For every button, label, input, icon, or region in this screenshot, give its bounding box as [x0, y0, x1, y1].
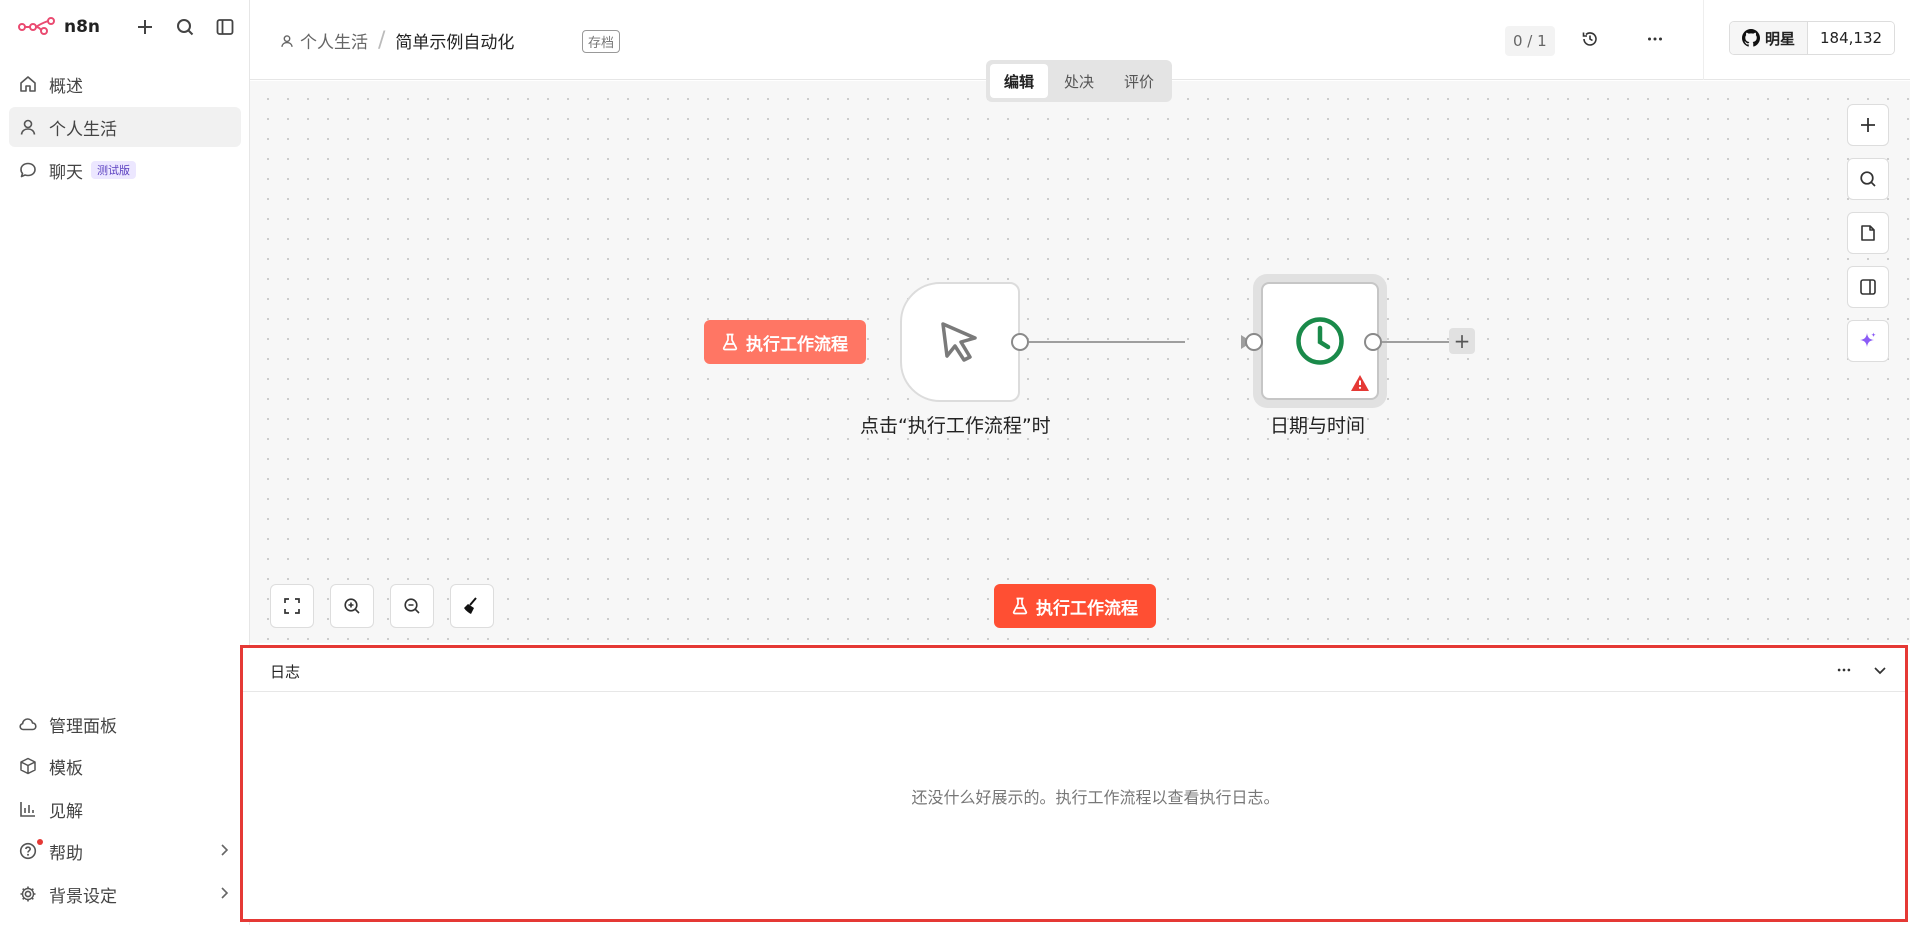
sidebar-item-label: 管理面板 [49, 716, 117, 737]
tab-evaluations[interactable]: 评价 [1110, 64, 1168, 98]
beta-badge: 测试版 [91, 161, 136, 179]
sidebar: n8n 概述 个人生活 聊天 测试版 管理面板 模板 见解 帮助 背景设定 [0, 0, 250, 925]
github-star-count: 184,132 [1808, 22, 1895, 54]
sidebar-item-admin-panel[interactable]: 管理面板 [9, 704, 241, 744]
manual-trigger-node[interactable] [900, 282, 1020, 402]
notification-dot [37, 839, 43, 845]
datetime-output-port[interactable] [1364, 333, 1382, 351]
help-icon [19, 842, 37, 860]
breadcrumb-parent-label: 个人生活 [300, 33, 368, 53]
side-panel-icon[interactable] [1847, 266, 1889, 308]
n8n-logo-icon [18, 17, 55, 35]
sidebar-item-label: 见解 [49, 801, 83, 822]
archived-tag: 存档 [582, 30, 621, 53]
sidebar-item-settings[interactable]: 背景设定 [9, 874, 241, 914]
chat-icon [20, 162, 36, 178]
breadcrumb-separator: / [378, 28, 386, 53]
sidebar-item-label: 个人生活 [49, 119, 117, 140]
sidebar-item-label: 模板 [49, 758, 83, 779]
breadcrumb: 个人生活 / 简单示例自动化 [280, 28, 514, 53]
breadcrumb-parent[interactable]: 个人生活 [280, 28, 368, 53]
gear-icon [20, 886, 36, 902]
search-icon[interactable] [172, 14, 198, 40]
tidy-up-icon[interactable] [450, 584, 494, 628]
user-icon [281, 34, 293, 47]
logs-more-icon[interactable] [1831, 657, 1857, 683]
sidebar-item-label: 聊天 [49, 162, 83, 183]
home-icon [20, 76, 36, 92]
sidebar-item-personal[interactable]: 个人生活 [9, 107, 241, 147]
user-icon [20, 119, 36, 135]
github-icon [1742, 29, 1760, 47]
datetime-node-label: 日期与时间 [1270, 415, 1366, 437]
brand[interactable]: n8n [18, 14, 100, 40]
zoom-in-icon[interactable] [330, 584, 374, 628]
sidebar-item-label: 概述 [49, 76, 83, 97]
cursor-icon [941, 322, 977, 362]
box-icon [20, 757, 36, 775]
add-node-edge [1382, 341, 1449, 343]
execute-workflow-node-button[interactable]: 执行工作流程 [704, 320, 866, 364]
canvas-right-toolbar [1847, 104, 1889, 362]
bar-chart-icon [20, 802, 35, 817]
add-node-button[interactable]: + [1449, 328, 1475, 354]
workflow-name[interactable]: 简单示例自动化 [395, 28, 514, 53]
header-divider [1703, 0, 1704, 80]
zoom-out-icon[interactable] [390, 584, 434, 628]
brand-name: n8n [64, 17, 101, 37]
sidebar-item-label: 背景设定 [49, 886, 117, 907]
github-star-button[interactable]: 明星 [1730, 22, 1809, 54]
execute-workflow-label: 执行工作流程 [1036, 598, 1138, 619]
zoom-toolbar [270, 584, 494, 628]
ai-assistant-icon[interactable] [1847, 320, 1889, 362]
execution-counter: 0 / 1 [1505, 26, 1555, 56]
github-star-group[interactable]: 明星 184,132 [1729, 21, 1896, 55]
fit-view-icon[interactable] [270, 584, 314, 628]
view-tabs: 编辑 处决 评价 [986, 60, 1173, 102]
warning-icon[interactable] [1350, 374, 1370, 392]
more-options-icon[interactable] [1642, 26, 1668, 52]
sidebar-item-help[interactable]: 帮助 [9, 831, 241, 871]
logs-panel: 日志 还没什么好展示的。执行工作流程以查看执行日志。 [240, 645, 1908, 922]
trigger-node-label: 点击“执行工作流程”时 [860, 415, 1051, 437]
add-node-icon[interactable] [1847, 104, 1889, 146]
logs-empty-message: 还没什么好展示的。执行工作流程以查看执行日志。 [911, 788, 1280, 807]
search-nodes-icon[interactable] [1847, 158, 1889, 200]
execute-workflow-label: 执行工作流程 [746, 334, 848, 355]
history-icon[interactable] [1577, 26, 1603, 52]
add-icon[interactable] [132, 14, 158, 40]
toggle-sidebar-icon[interactable] [212, 14, 238, 40]
connection-edge[interactable] [1029, 341, 1185, 343]
sidebar-item-insights[interactable]: 见解 [9, 789, 241, 829]
datetime-input-port[interactable] [1245, 333, 1263, 351]
workflow-canvas[interactable]: 编辑 处决 评价 执行工作流程 点击“执行工作流程”时 + 日期与时间 执行工作… [250, 60, 1910, 643]
sidebar-item-overview[interactable]: 概述 [9, 64, 241, 104]
cloud-icon [19, 718, 37, 731]
sidebar-tools [132, 14, 238, 40]
flask-icon [1012, 597, 1028, 615]
logs-title: 日志 [270, 663, 301, 681]
sticky-note-icon[interactable] [1847, 212, 1889, 254]
sidebar-item-templates[interactable]: 模板 [9, 746, 241, 786]
flask-icon [722, 333, 738, 351]
tab-editor[interactable]: 编辑 [990, 64, 1049, 98]
clock-icon [1296, 317, 1344, 365]
github-star-label: 明星 [1765, 29, 1796, 48]
chevron-down-icon[interactable] [1867, 657, 1893, 683]
chevron-right-icon [221, 887, 229, 899]
sidebar-item-label: 帮助 [49, 843, 83, 864]
tab-executions[interactable]: 处决 [1050, 64, 1108, 98]
datetime-node[interactable] [1261, 282, 1379, 400]
execute-workflow-button[interactable]: 执行工作流程 [994, 584, 1156, 628]
logs-header[interactable]: 日志 [243, 648, 1905, 692]
chevron-right-icon [221, 844, 229, 856]
sidebar-item-chat[interactable]: 聊天 测试版 [9, 150, 241, 190]
trigger-output-port[interactable] [1011, 333, 1029, 351]
